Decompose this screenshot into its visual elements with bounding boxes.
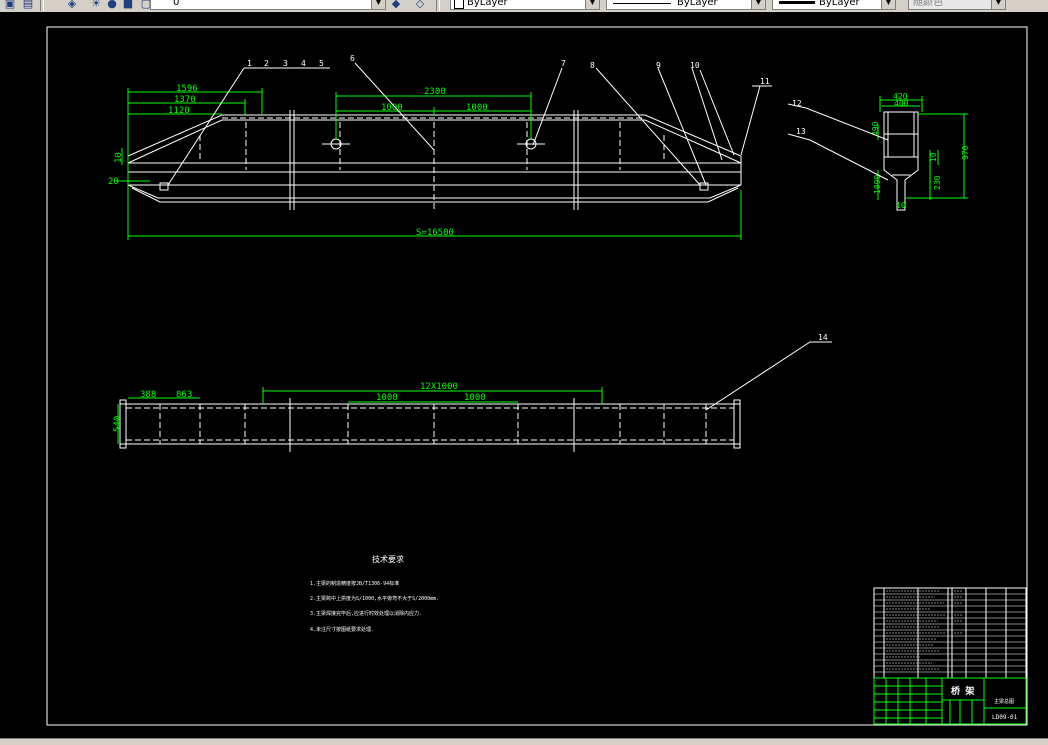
dimension-12x1000: 12X1000	[420, 382, 458, 392]
part-number-6: 6	[350, 54, 355, 63]
top-view-dimension-lines	[116, 88, 742, 240]
chevron-down-icon[interactable]: ▼	[751, 0, 765, 9]
part-number-12: 12	[792, 99, 802, 108]
dimension-10-a: 10	[929, 152, 938, 162]
part-number-3: 3	[283, 59, 288, 68]
color-combo-value: ByLayer	[467, 0, 508, 8]
plotstyle-combo[interactable]: 随颜色 ▼	[908, 0, 1006, 10]
chevron-down-icon[interactable]: ▼	[881, 0, 895, 9]
layer-manager-icon[interactable]: ▣	[2, 0, 18, 11]
part-number-8: 8	[590, 61, 595, 70]
chevron-down-icon[interactable]: ▼	[991, 0, 1005, 9]
top-view-leaders	[167, 62, 772, 186]
section-dimension-text: 420 400 970 490 1090 230 10 10	[871, 92, 970, 210]
technical-notes: 技术要求 1.主梁的制造精度按JB/T1306-94标准 2.主梁跨中上拱度为S…	[310, 554, 439, 633]
lineweight-combo[interactable]: ByLayer ▼	[772, 0, 896, 10]
part-number-5: 5	[319, 59, 324, 68]
lineweight-combo-value: ByLayer	[819, 0, 860, 8]
lock-icon: ■	[122, 0, 134, 10]
dimension-1370: 1370	[174, 95, 196, 105]
toolbar-separator	[436, 0, 440, 11]
make-current-layer-icon[interactable]: ◆	[388, 0, 404, 11]
dimension-400: 400	[894, 99, 909, 108]
chevron-down-icon[interactable]: ▼	[585, 0, 599, 9]
toolbar-separator	[40, 0, 44, 11]
drawing-canvas[interactable]: 1596 1370 1120 2300 1000 1000 S=16500 10…	[0, 12, 1048, 738]
dimension-span: S=16500	[416, 228, 454, 238]
notes-line-1: 1.主梁的制造精度按JB/T1306-94标准	[310, 580, 399, 587]
dimension-1596: 1596	[176, 84, 198, 94]
plan-outline	[119, 403, 741, 445]
plotstyle-combo-value: 随颜色	[913, 0, 943, 8]
part-number-2: 2	[264, 59, 269, 68]
main-girder-elevation	[127, 110, 742, 210]
linetype-sample-icon	[613, 3, 671, 4]
plan-end-plate-right	[733, 399, 741, 449]
dimension-863: 863	[176, 390, 192, 400]
lineweight-sample-icon	[779, 1, 815, 4]
dimension-1120: 1120	[168, 106, 190, 116]
layer-properties-icon[interactable]: ◈	[64, 0, 80, 11]
title-block-drawing-number: LD09-01	[992, 714, 1018, 721]
dimension-230: 230	[933, 175, 942, 190]
dimension-plan-1000-a: 1000	[376, 393, 398, 403]
notes-line-4: 4.未注尺寸按图纸要求处理.	[310, 626, 374, 633]
notes-title: 技术要求	[372, 554, 404, 564]
dimension-2300: 2300	[424, 87, 446, 97]
linetype-combo-value: ByLayer	[677, 0, 718, 8]
part-number-4: 4	[301, 59, 306, 68]
drawing-border	[46, 26, 1028, 726]
part-number-14: 14	[818, 333, 828, 342]
chevron-down-icon[interactable]: ▼	[371, 0, 385, 9]
layer-combo[interactable]: 0 ▼	[150, 0, 386, 10]
girder-hidden-diaphragms	[199, 117, 665, 210]
part-number-11: 11	[760, 77, 770, 86]
parts-list	[873, 587, 1027, 679]
end-plate-left	[159, 182, 169, 191]
dimension-540: 540	[113, 416, 123, 432]
girder-cross-section	[883, 111, 919, 211]
part-number-7: 7	[561, 59, 566, 68]
dimension-1000-b: 1000	[466, 103, 488, 113]
dimension-left-10: 10	[114, 152, 124, 163]
part-number-9: 9	[656, 61, 661, 70]
layer-previous-icon[interactable]: ◇	[412, 0, 428, 11]
girder-bottom-flange-outer	[131, 187, 739, 203]
title-block-subtitle: 主梁总图	[994, 698, 1014, 705]
sun-icon: ●	[107, 0, 117, 10]
plan-dimension-text: 388 863 12X1000 1000 1000 540	[113, 382, 486, 432]
part-number-13: 13	[796, 127, 806, 136]
dimension-1090: 1090	[873, 175, 882, 194]
dimension-10-b: 10	[896, 201, 906, 210]
title-block-name: 桥 架	[951, 685, 974, 697]
end-plate-right	[699, 182, 709, 191]
dimension-left-20: 20	[108, 177, 119, 187]
dimension-970: 970	[961, 145, 970, 160]
lightbulb-icon: ☀	[91, 0, 101, 10]
section-leaders	[787, 103, 889, 181]
plan-hidden-lines	[126, 404, 734, 444]
part-number-10: 10	[690, 61, 700, 70]
dimension-plan-1000-b: 1000	[464, 393, 486, 403]
top-view-dimension-text: 1596 1370 1120 2300 1000 1000 S=16500 10…	[108, 84, 488, 238]
layer-state-icon[interactable]: ▤	[20, 0, 36, 11]
layer-combo-value: 0	[173, 0, 180, 8]
notes-line-2: 2.主梁跨中上拱度为S/1000,水平旁弯不大于S/2000mm.	[310, 595, 439, 602]
notes-line-3: 3.主梁焊接完毕后,应进行时效处理以消除内应力.	[310, 610, 422, 617]
plan-leader	[705, 341, 832, 411]
girder-plan-view	[119, 398, 741, 452]
linetype-combo[interactable]: ByLayer ▼	[606, 0, 766, 10]
part-number-1: 1	[247, 59, 252, 68]
cad-drawing: 1596 1370 1120 2300 1000 1000 S=16500 10…	[46, 26, 1028, 726]
dimension-388: 388	[140, 390, 156, 400]
color-swatch-icon	[454, 0, 464, 9]
color-combo[interactable]: ByLayer ▼	[450, 0, 600, 10]
